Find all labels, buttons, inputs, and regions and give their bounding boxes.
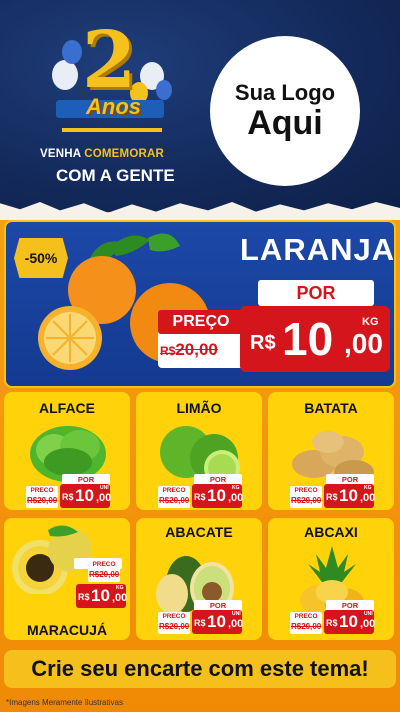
product-name: BATATA <box>304 400 358 416</box>
product-price-tag: R$ 10,00 KG <box>76 584 128 608</box>
product-old-price: R$20,00 <box>159 622 190 631</box>
featured-unit: KG <box>362 316 379 328</box>
product-price-int: 10 <box>75 486 94 505</box>
featured-price-int: 10 <box>282 313 334 365</box>
product-price-tag: R$ 10,00 KG <box>192 484 244 508</box>
product-card: ALFACE POR PRECO R$20,00 R$ 10,00 UNI <box>4 392 130 510</box>
product-price-tag: R$ 10,00 UNI <box>60 484 112 508</box>
logo-line2: Aqui <box>247 104 323 143</box>
product-price-dec: ,00 <box>360 618 376 630</box>
product-name: MARACUJÁ <box>26 622 108 638</box>
product-price-unit: UNI <box>232 611 241 617</box>
product-price-unit: KG <box>116 585 124 591</box>
product-price-tag: R$ 10,00 KG <box>324 484 376 508</box>
product-price-int: 10 <box>207 612 226 631</box>
tagline-highlight: COMEMORAR <box>84 148 164 160</box>
badge-number: 2 <box>82 15 137 106</box>
product-price-unit: KG <box>232 485 240 491</box>
badge-label: Anos <box>86 94 141 119</box>
product-card: ABACATE POR PRECO R$20,00 R$ 10,00 UNI <box>136 518 262 640</box>
product-price-dec: ,00 <box>228 492 244 504</box>
featured-name: LARANJA <box>240 232 396 267</box>
product-price-cur: R$ <box>326 492 338 502</box>
product-price-tag: R$ 10,00 UNI <box>192 610 244 634</box>
product-name: ABCAXI <box>304 524 358 540</box>
product-card: MARACUJÁPORPRECOR$20,00R$10,00KG <box>4 518 130 640</box>
product-price-dec: ,00 <box>96 492 112 504</box>
featured-price-dec: ,00 <box>344 328 383 359</box>
featured-currency: R$ <box>250 332 276 354</box>
product-price-unit: UNI <box>364 611 373 617</box>
product-old-price: R$20,00 <box>291 496 322 505</box>
promo-banner: Crie seu encarte com este tema! <box>4 650 396 688</box>
product-preco-label: PRECO <box>30 487 54 494</box>
product-preco-label: PRECO <box>162 487 186 494</box>
product-old-price: R$20,00 <box>89 570 120 579</box>
product-price-tag: R$ 10,00 UNI <box>324 610 376 634</box>
product-preco-label: PRECO <box>294 487 318 494</box>
product-price-dec: ,00 <box>360 492 376 504</box>
featured-preco-label: PREÇO <box>158 310 244 334</box>
product-name: ABACATE <box>165 524 233 540</box>
discount-badge: -50% <box>14 238 68 278</box>
disclaimer: *Imagens Meramente Ilustrativas <box>6 698 123 707</box>
featured-por-label: POR <box>258 280 374 306</box>
product-price-dec: ,00 <box>112 592 128 604</box>
logo-line1: Sua Logo <box>234 80 336 106</box>
product-price-int: 10 <box>207 486 226 505</box>
featured-old-currency: R$ <box>160 344 176 358</box>
tagline-line2: COM A GENTE <box>56 166 175 185</box>
product-preco-label: PRECO <box>92 561 116 568</box>
product-card: LIMÃO POR PRECO R$20,00 R$ 10,00 KG <box>136 392 262 510</box>
product-price-int: 10 <box>339 486 358 505</box>
product-preco-label: PRECO <box>162 613 186 620</box>
product-price-dec: ,00 <box>228 618 244 630</box>
featured-price-tag: R$ 10 ,00 KG <box>240 306 390 372</box>
product-name: LIMÃO <box>176 400 222 416</box>
product-price-int: 10 <box>339 612 358 631</box>
product-price-unit: KG <box>364 485 372 491</box>
product-old-price: R$20,00 <box>291 622 322 631</box>
product-price-cur: R$ <box>194 492 206 502</box>
tagline-line1: VENHA COMEMORAR <box>40 148 164 160</box>
product-card: BATATA POR PRECO R$20,00 R$ 10,00 KG <box>268 392 394 510</box>
product-price-cur: R$ <box>78 592 90 602</box>
product-preco-label: PRECO <box>294 613 318 620</box>
featured-old-price: R$20,00 <box>160 340 218 360</box>
logo-placeholder: Sua Logo Aqui <box>210 36 360 186</box>
tagline-prefix: VENHA <box>40 148 85 160</box>
product-card: ABCAXI POR PRECO R$20,00 R$ 10,00 UNI <box>268 518 394 640</box>
product-price-unit: UNI <box>100 485 109 491</box>
product-name: ALFACE <box>39 400 95 416</box>
product-price-cur: R$ <box>326 618 338 628</box>
product-old-price: R$20,00 <box>27 496 58 505</box>
featured-old-value: 20,00 <box>175 340 218 359</box>
product-old-price: R$20,00 <box>159 496 190 505</box>
product-price-cur: R$ <box>194 618 206 628</box>
product-price-cur: R$ <box>62 492 74 502</box>
product-price-int: 10 <box>91 586 110 605</box>
